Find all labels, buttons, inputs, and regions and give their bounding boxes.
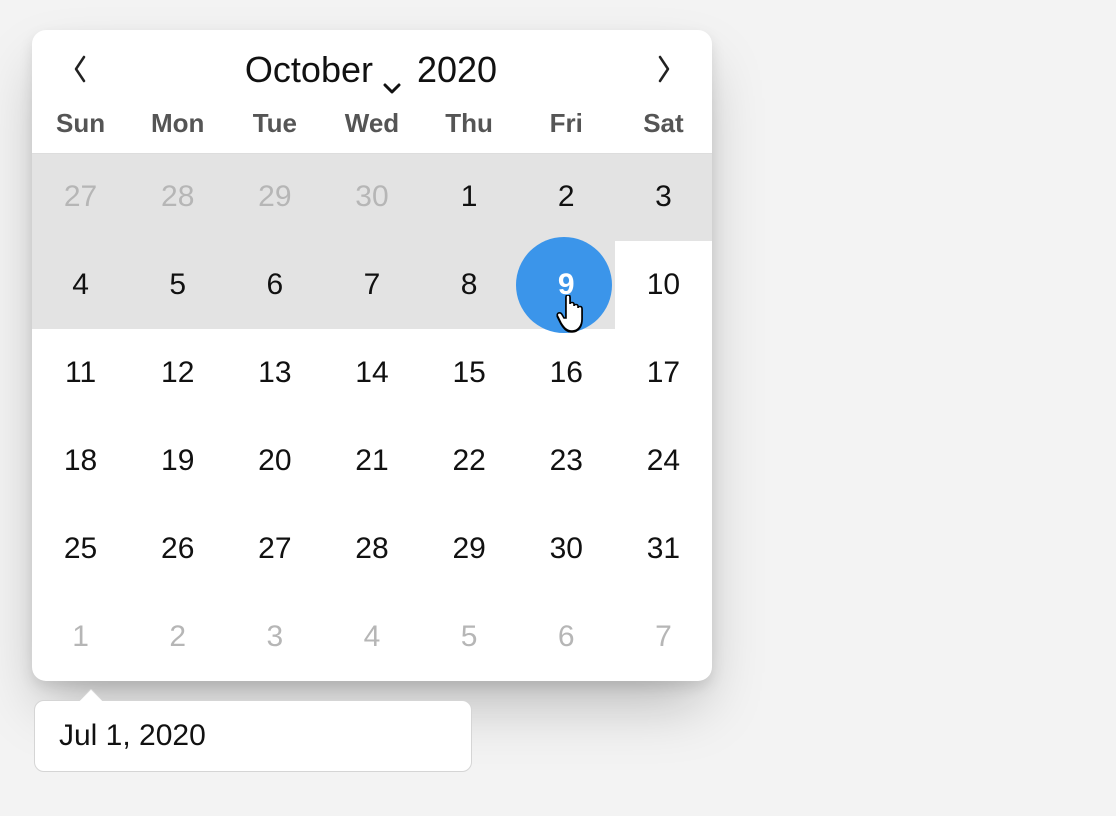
day-cell[interactable]: 8: [421, 241, 518, 329]
prev-month-button[interactable]: [58, 48, 102, 92]
day-cell[interactable]: 19: [129, 417, 226, 505]
day-cell[interactable]: 1: [421, 153, 518, 241]
day-cell[interactable]: 3: [226, 593, 323, 681]
chevron-left-icon: [71, 54, 89, 87]
day-cell[interactable]: 27: [32, 153, 129, 241]
day-cell[interactable]: 26: [129, 505, 226, 593]
day-cell[interactable]: 15: [421, 329, 518, 417]
day-cell[interactable]: 4: [323, 593, 420, 681]
weekday-sun: Sun: [32, 108, 129, 139]
weekday-thu: Thu: [421, 108, 518, 139]
day-cell[interactable]: 21: [323, 417, 420, 505]
weekday-row: Sun Mon Tue Wed Thu Fri Sat: [32, 104, 712, 153]
day-cell-range-end[interactable]: 9: [518, 241, 615, 329]
day-cell[interactable]: 23: [518, 417, 615, 505]
day-cell[interactable]: 2: [129, 593, 226, 681]
day-cell[interactable]: 7: [323, 241, 420, 329]
day-cell[interactable]: 20: [226, 417, 323, 505]
day-cell[interactable]: 31: [615, 505, 712, 593]
date-input[interactable]: Jul 1, 2020: [34, 700, 472, 772]
day-cell[interactable]: 16: [518, 329, 615, 417]
week-row: 11 12 13 14 15 16 17: [32, 329, 712, 417]
day-cell[interactable]: 14: [323, 329, 420, 417]
day-cell[interactable]: 13: [226, 329, 323, 417]
day-cell[interactable]: 4: [32, 241, 129, 329]
day-cell[interactable]: 17: [615, 329, 712, 417]
day-cell[interactable]: 24: [615, 417, 712, 505]
calendar-grid: 27 28 29 30 1 2 3 4 5 6 7 8 9 10 11 12 1…: [32, 153, 712, 681]
day-cell[interactable]: 12: [129, 329, 226, 417]
chevron-right-icon: [655, 54, 673, 87]
day-cell[interactable]: 10: [615, 241, 712, 329]
day-cell[interactable]: 25: [32, 505, 129, 593]
month-select[interactable]: October: [245, 49, 401, 91]
week-row: 25 26 27 28 29 30 31: [32, 505, 712, 593]
day-cell[interactable]: 29: [226, 153, 323, 241]
chevron-down-icon: [383, 61, 401, 79]
next-month-button[interactable]: [642, 48, 686, 92]
day-cell[interactable]: 18: [32, 417, 129, 505]
weekday-wed: Wed: [323, 108, 420, 139]
day-cell[interactable]: 7: [615, 593, 712, 681]
month-label: October: [245, 49, 373, 91]
day-cell[interactable]: 6: [226, 241, 323, 329]
day-cell[interactable]: 22: [421, 417, 518, 505]
day-cell[interactable]: 1: [32, 593, 129, 681]
calendar-title: October 2020: [245, 49, 499, 91]
weekday-mon: Mon: [129, 108, 226, 139]
day-cell[interactable]: 30: [518, 505, 615, 593]
weekday-tue: Tue: [226, 108, 323, 139]
day-cell[interactable]: 5: [421, 593, 518, 681]
week-row: 4 5 6 7 8 9 10: [32, 241, 712, 329]
day-cell[interactable]: 30: [323, 153, 420, 241]
day-cell[interactable]: 27: [226, 505, 323, 593]
date-picker-popover: October 2020 Sun Mon Tue Wed Thu Fri Sat…: [32, 30, 712, 681]
date-input-value: Jul 1, 2020: [59, 719, 206, 753]
week-row: 27 28 29 30 1 2 3: [32, 153, 712, 241]
popover-arrow-icon: [79, 689, 103, 701]
year-label: 2020: [417, 49, 497, 90]
day-cell[interactable]: 3: [615, 153, 712, 241]
weekday-sat: Sat: [615, 108, 712, 139]
day-cell[interactable]: 28: [323, 505, 420, 593]
week-row: 18 19 20 21 22 23 24: [32, 417, 712, 505]
day-cell[interactable]: 2: [518, 153, 615, 241]
week-row: 1 2 3 4 5 6 7: [32, 593, 712, 681]
weekday-fri: Fri: [518, 108, 615, 139]
day-cell[interactable]: 28: [129, 153, 226, 241]
calendar-header: October 2020: [32, 30, 712, 104]
day-cell[interactable]: 29: [421, 505, 518, 593]
day-cell[interactable]: 6: [518, 593, 615, 681]
day-cell[interactable]: 11: [32, 329, 129, 417]
year-select[interactable]: 2020: [415, 49, 499, 91]
day-cell[interactable]: 5: [129, 241, 226, 329]
